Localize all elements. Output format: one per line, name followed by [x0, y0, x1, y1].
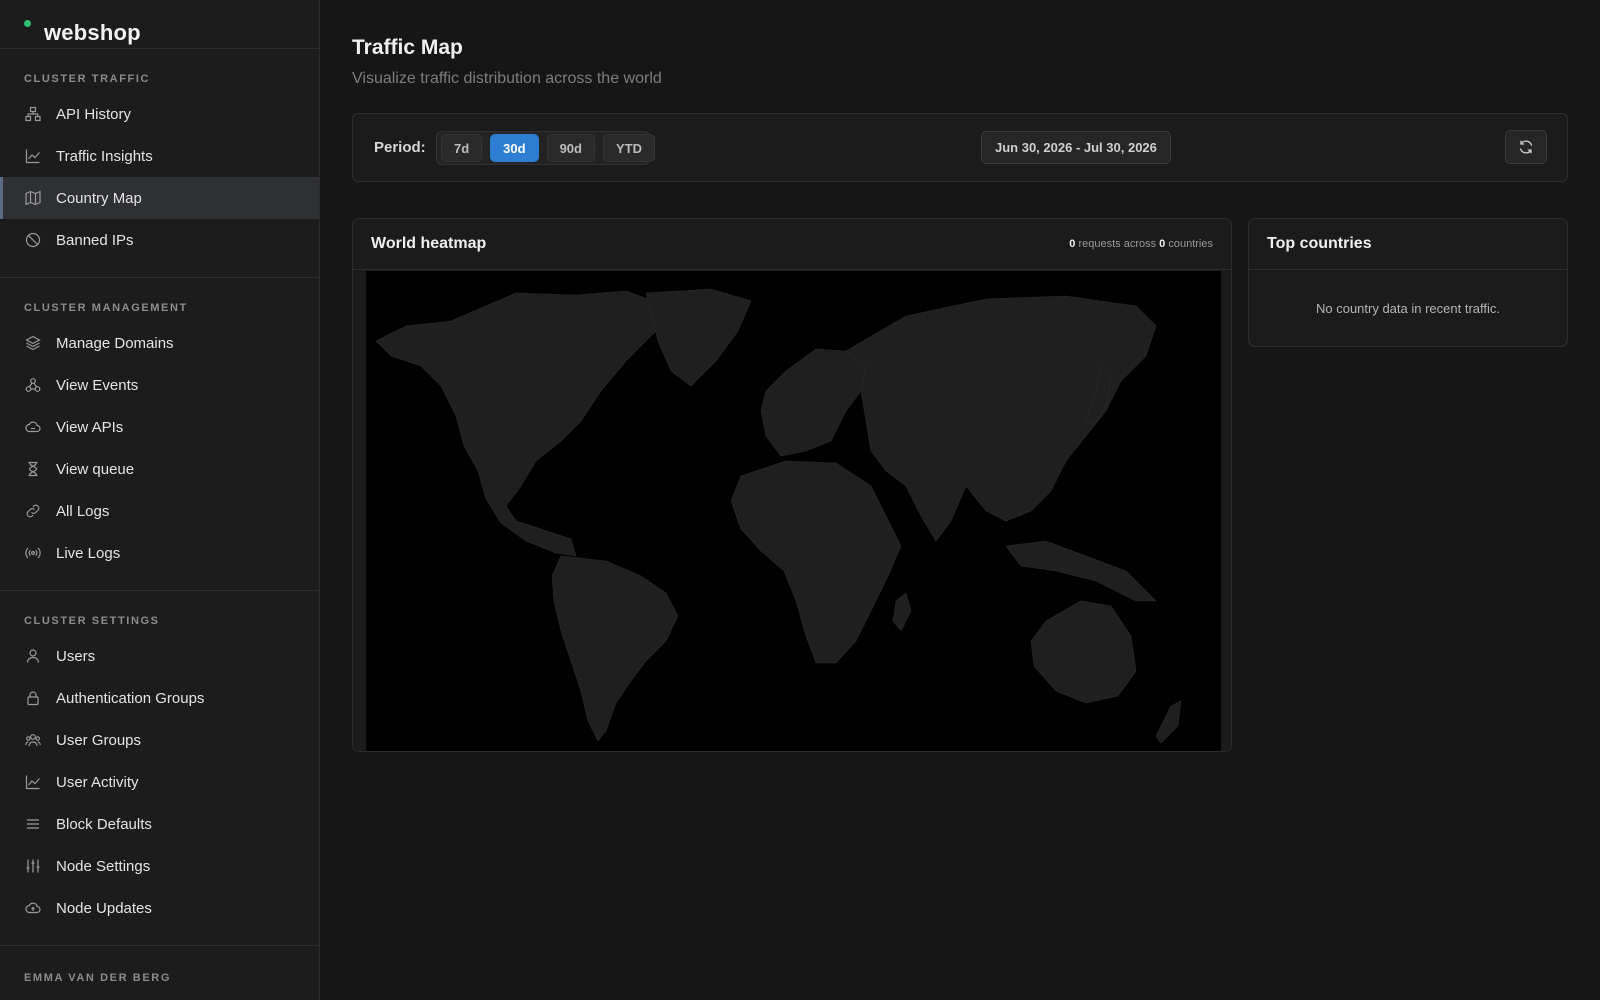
period-option-90d[interactable]: 90d — [546, 134, 595, 162]
section-title-cluster-settings: CLUSTER SETTINGS — [24, 615, 160, 627]
island-madagascar — [892, 592, 912, 632]
sidebar-item-api-history[interactable]: API History — [0, 93, 319, 135]
countries-label: countries — [1168, 238, 1213, 250]
user-icon — [24, 647, 42, 665]
date-range-picker[interactable]: Jun 30, 2026 - Jul 30, 2026 — [981, 131, 1171, 164]
period-option-7d[interactable]: 7d — [441, 134, 483, 162]
sidebar: webshop CLUSTER TRAFFIC API History Traf… — [0, 0, 320, 1000]
sidebar-item-label: View Events — [56, 376, 139, 394]
sidebar-item-traffic-insights[interactable]: Traffic Insights — [0, 135, 319, 177]
page-subtitle: Visualize traffic distribution across th… — [352, 70, 662, 87]
sidebar-item-label: Country Map — [56, 189, 142, 207]
main-content: Traffic Map Visualize traffic distributi… — [321, 0, 1600, 1000]
link-icon — [24, 502, 42, 520]
island-new-zealand — [1155, 700, 1182, 744]
continent-south-america — [551, 555, 679, 742]
map-icon — [24, 189, 42, 207]
period-option-ytd[interactable]: YTD — [602, 134, 655, 162]
period-toolbar: Period: 7d 30d 90d YTD Jun 30, 2026 - Ju… — [352, 113, 1568, 182]
network-icon — [24, 105, 42, 123]
sidebar-item-label: Node Updates — [56, 899, 152, 917]
request-count: 0 — [1069, 238, 1076, 250]
sidebar-item-node-updates[interactable]: Node Updates — [0, 887, 319, 929]
sidebar-item-authentication-groups[interactable]: Authentication Groups — [0, 677, 319, 719]
user-section-title: EMMA VAN DER BERG — [24, 972, 171, 984]
sidebar-item-label: Node Settings — [56, 857, 151, 875]
world-heatmap-card: World heatmap 0 requests across 0 countr… — [352, 218, 1232, 752]
continent-north-america — [375, 290, 667, 557]
sidebar-item-manage-domains[interactable]: Manage Domains — [0, 322, 319, 364]
sidebar-item-label: User Activity — [56, 773, 139, 791]
layers-icon — [24, 334, 42, 352]
sidebar-item-user-activity[interactable]: User Activity — [0, 761, 319, 803]
sidebar-item-view-queue[interactable]: View queue — [0, 448, 319, 490]
sidebar-item-banned-ips[interactable]: Banned IPs — [0, 219, 319, 261]
world-map-svg — [375, 288, 1182, 744]
sidebar-item-label: Manage Domains — [56, 334, 174, 352]
lock-icon — [24, 689, 42, 707]
users-icon — [24, 731, 42, 749]
sidebar-item-label: Traffic Insights — [56, 147, 153, 165]
brand[interactable]: webshop — [0, 0, 319, 49]
sidebar-item-label: API History — [56, 105, 132, 123]
sidebar-item-label: View queue — [56, 460, 135, 478]
section-title-cluster-management: CLUSTER MANAGEMENT — [24, 302, 188, 314]
sidebar-item-live-logs[interactable]: Live Logs — [0, 532, 319, 574]
webhook-icon — [24, 376, 42, 394]
heatmap-stats: 0 requests across 0 countries — [1069, 238, 1213, 250]
continent-europe — [760, 348, 867, 457]
sidebar-item-block-defaults[interactable]: Block Defaults — [0, 803, 319, 845]
card-header: World heatmap 0 requests across 0 countr… — [353, 219, 1231, 270]
period-segmented-control: 7d 30d 90d YTD — [436, 131, 655, 165]
line-chart-icon — [24, 147, 42, 165]
refresh-icon — [1518, 139, 1534, 155]
line-chart-icon — [24, 773, 42, 791]
page-title: Traffic Map — [352, 36, 463, 59]
top-countries-card: Top countries No country data in recent … — [1248, 218, 1568, 347]
continent-asia — [845, 295, 1157, 542]
sidebar-item-label: Live Logs — [56, 544, 121, 562]
sidebar-item-label: Authentication Groups — [56, 689, 205, 707]
requests-label: requests across — [1078, 238, 1157, 250]
sidebar-item-label: View APIs — [56, 418, 124, 436]
period-option-30d[interactable]: 30d — [490, 134, 539, 162]
sidebar-item-view-events[interactable]: View Events — [0, 364, 319, 406]
sidebar-item-user-groups[interactable]: User Groups — [0, 719, 319, 761]
sidebar-item-label: All Logs — [56, 502, 110, 520]
world-map[interactable] — [366, 271, 1221, 751]
continent-australia — [1030, 600, 1137, 704]
heatmap-title: World heatmap — [371, 235, 487, 252]
hourglass-icon — [24, 460, 42, 478]
sidebar-item-country-map[interactable]: Country Map — [0, 177, 319, 219]
sidebar-item-label: Block Defaults — [56, 815, 152, 833]
sliders-icon — [24, 857, 42, 875]
islands-indonesia — [1005, 540, 1157, 602]
continent-africa — [730, 460, 902, 664]
refresh-button[interactable] — [1505, 130, 1547, 164]
sidebar-item-all-logs[interactable]: All Logs — [0, 490, 319, 532]
card-header: Top countries — [1249, 219, 1567, 270]
sidebar-item-label: User Groups — [56, 731, 142, 749]
empty-state-message: No country data in recent traffic. — [1315, 301, 1501, 316]
status-dot — [24, 20, 31, 27]
sidebar-item-users[interactable]: Users — [0, 635, 319, 677]
period-label: Period: — [374, 139, 426, 156]
cloud-icon — [24, 418, 42, 436]
top-countries-title: Top countries — [1267, 235, 1372, 252]
cloud-upload-icon — [24, 899, 42, 917]
list-icon — [24, 815, 42, 833]
broadcast-icon — [24, 544, 42, 562]
section-title-cluster-traffic: CLUSTER TRAFFIC — [24, 73, 151, 85]
sidebar-item-node-settings[interactable]: Node Settings — [0, 845, 319, 887]
country-count: 0 — [1159, 238, 1166, 250]
brand-name: webshop — [44, 20, 141, 45]
sidebar-item-view-apis[interactable]: View APIs — [0, 406, 319, 448]
ban-icon — [24, 231, 42, 249]
continent-greenland — [645, 288, 752, 387]
sidebar-item-label: Banned IPs — [56, 231, 134, 249]
sidebar-item-label: Users — [56, 647, 96, 665]
